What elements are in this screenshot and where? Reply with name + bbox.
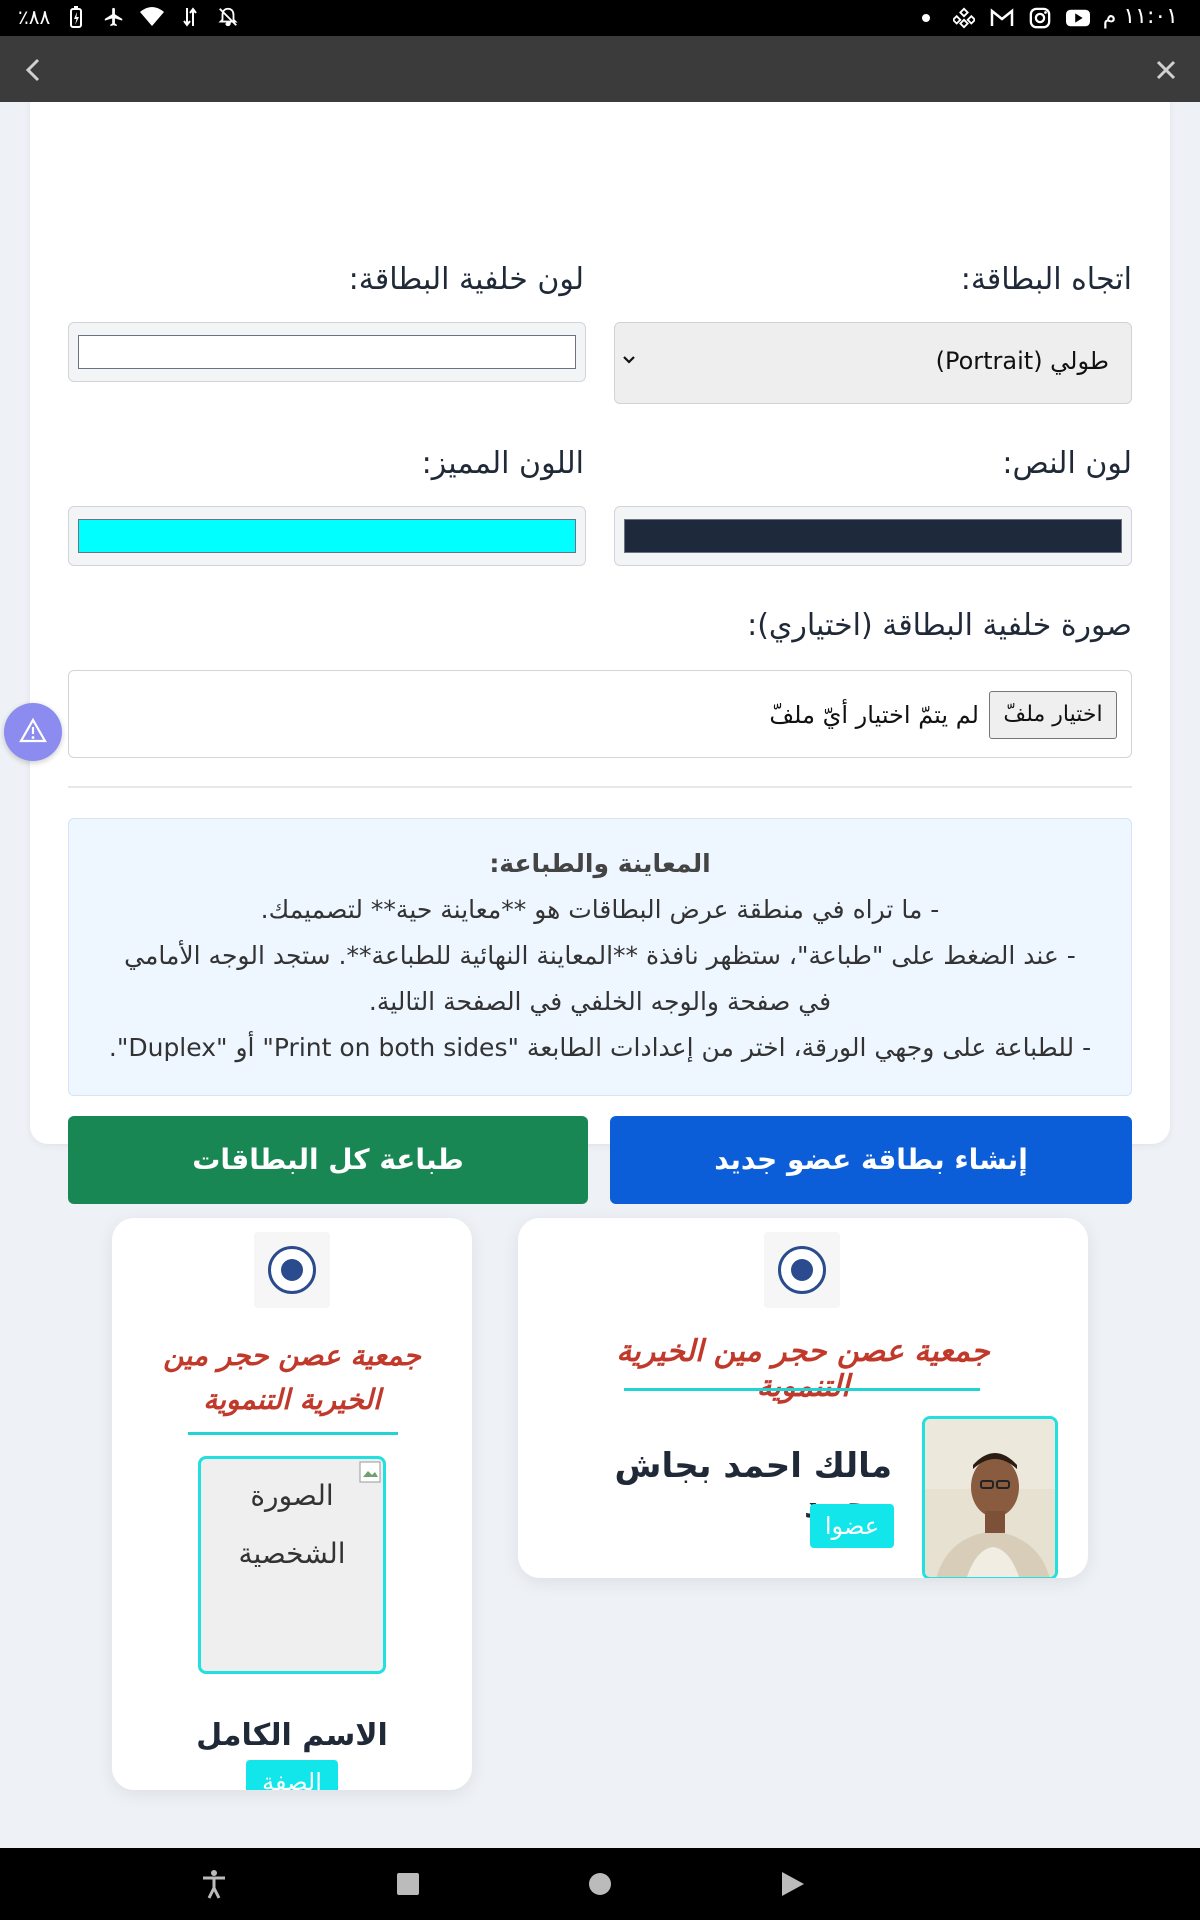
print-info-line: - للطباعة على وجهي الورقة، اختر من إعداد… xyxy=(108,1033,1092,1062)
profile-photo-alt-text: الصورة الشخصية xyxy=(238,1479,346,1570)
orientation-select[interactable]: طولي (Portrait) xyxy=(614,322,1132,404)
webview-toolbar xyxy=(0,36,1200,102)
instagram-icon xyxy=(1028,6,1052,30)
page-content: اتجاه البطاقة: لون خلفية البطاقة: طولي (… xyxy=(0,102,1200,1848)
print-info-line: في صفحة والوجه الخلفي في الصفحة التالية. xyxy=(368,987,832,1016)
accessibility-icon[interactable] xyxy=(198,1868,230,1900)
recents-icon[interactable] xyxy=(392,1868,424,1900)
close-icon xyxy=(1156,60,1176,80)
member-photo-image xyxy=(925,1419,1055,1577)
status-bar: ٪٨٨ ١١:٠١ م xyxy=(0,0,1200,36)
org-logo xyxy=(254,1232,330,1308)
binance-icon xyxy=(952,6,976,30)
text-color-label: لون النص: xyxy=(1002,446,1132,481)
home-icon[interactable] xyxy=(584,1868,616,1900)
broken-image-icon xyxy=(359,1461,381,1483)
battery-percent: ٪٨٨ xyxy=(18,5,51,29)
clock: ١١:٠١ م xyxy=(1102,4,1178,29)
orientation-selected-value: طولي (Portrait) xyxy=(935,347,1109,375)
org-logo xyxy=(764,1232,840,1308)
wifi-icon xyxy=(140,5,165,29)
divider xyxy=(68,786,1132,788)
warning-icon xyxy=(19,717,47,743)
role-badge-placeholder: الصفة xyxy=(246,1760,338,1790)
gmail-icon xyxy=(990,6,1014,30)
dot-icon xyxy=(914,6,938,30)
print-info-title: المعاينة والطباعة: xyxy=(489,849,711,878)
org-name: جمعية عصن حجر مين الخيرية التنموية xyxy=(616,1334,990,1404)
text-color-swatch xyxy=(624,519,1122,553)
accent-line xyxy=(624,1388,980,1391)
chevron-down-icon xyxy=(621,349,637,373)
accent-line xyxy=(188,1432,398,1435)
bg-color-label: لون خلفية البطاقة: xyxy=(348,262,584,297)
orientation-label: اتجاه البطاقة: xyxy=(960,262,1132,297)
warning-fab-button[interactable] xyxy=(4,703,62,761)
data-transfer-icon xyxy=(178,5,202,29)
print-all-cards-button[interactable]: طباعة كل البطاقات xyxy=(68,1116,588,1204)
full-name-placeholder: الاسم الكامل xyxy=(196,1718,388,1753)
youtube-icon xyxy=(1066,6,1090,30)
bg-color-swatch xyxy=(78,335,576,369)
back-nav-icon[interactable] xyxy=(776,1868,808,1900)
accent-color-swatch xyxy=(78,519,576,553)
member-role-badge: عضوا xyxy=(810,1504,894,1548)
profile-photo-placeholder: الصورة الشخصية xyxy=(198,1456,386,1674)
org-name: جمعية عصن حجر مين الخيرية التنموية xyxy=(163,1339,421,1416)
close-button[interactable] xyxy=(1146,50,1186,90)
status-left-icons: ٪٨٨ xyxy=(18,5,240,29)
bg-color-picker[interactable] xyxy=(68,322,586,382)
back-button[interactable] xyxy=(14,50,54,90)
create-member-card-button[interactable]: إنشاء بطاقة عضو جديد xyxy=(610,1116,1132,1204)
print-info-box: المعاينة والطباعة: - ما تراه في منطقة عر… xyxy=(68,818,1132,1096)
airplane-icon xyxy=(102,5,126,29)
chevron-left-icon xyxy=(25,58,40,82)
system-nav-bar xyxy=(0,1848,1200,1920)
settings-panel: اتجاه البطاقة: لون خلفية البطاقة: طولي (… xyxy=(30,102,1170,1204)
accent-color-picker[interactable] xyxy=(68,506,586,566)
member-photo xyxy=(922,1416,1058,1578)
choose-file-button[interactable]: اختيار ملفّ xyxy=(989,691,1117,739)
status-right-icons xyxy=(914,6,1090,30)
file-status-text: لم يتمّ اختيار أيّ ملفّ xyxy=(769,701,979,729)
bg-image-label: صورة خلفية البطاقة (اختياري): xyxy=(747,608,1132,643)
template-card-portrait: جمعية عصن حجر مين الخيرية التنموية الصور… xyxy=(112,1218,472,1790)
text-color-picker[interactable] xyxy=(614,506,1132,566)
print-info-line: - ما تراه في منطقة عرض البطاقات هو **معا… xyxy=(260,895,940,924)
print-info-line: - عند الضغط على "طباعة"، ستظهر نافذة **ا… xyxy=(124,941,1076,970)
bg-image-input: اختيار ملفّ لم يتمّ اختيار أيّ ملفّ xyxy=(68,670,1132,758)
accent-color-label: اللون المميز: xyxy=(421,446,584,481)
battery-icon xyxy=(64,5,88,29)
member-card-landscape: جمعية عصن حجر مين الخيرية التنموية مالك … xyxy=(518,1218,1088,1578)
notifications-off-icon xyxy=(216,5,240,29)
